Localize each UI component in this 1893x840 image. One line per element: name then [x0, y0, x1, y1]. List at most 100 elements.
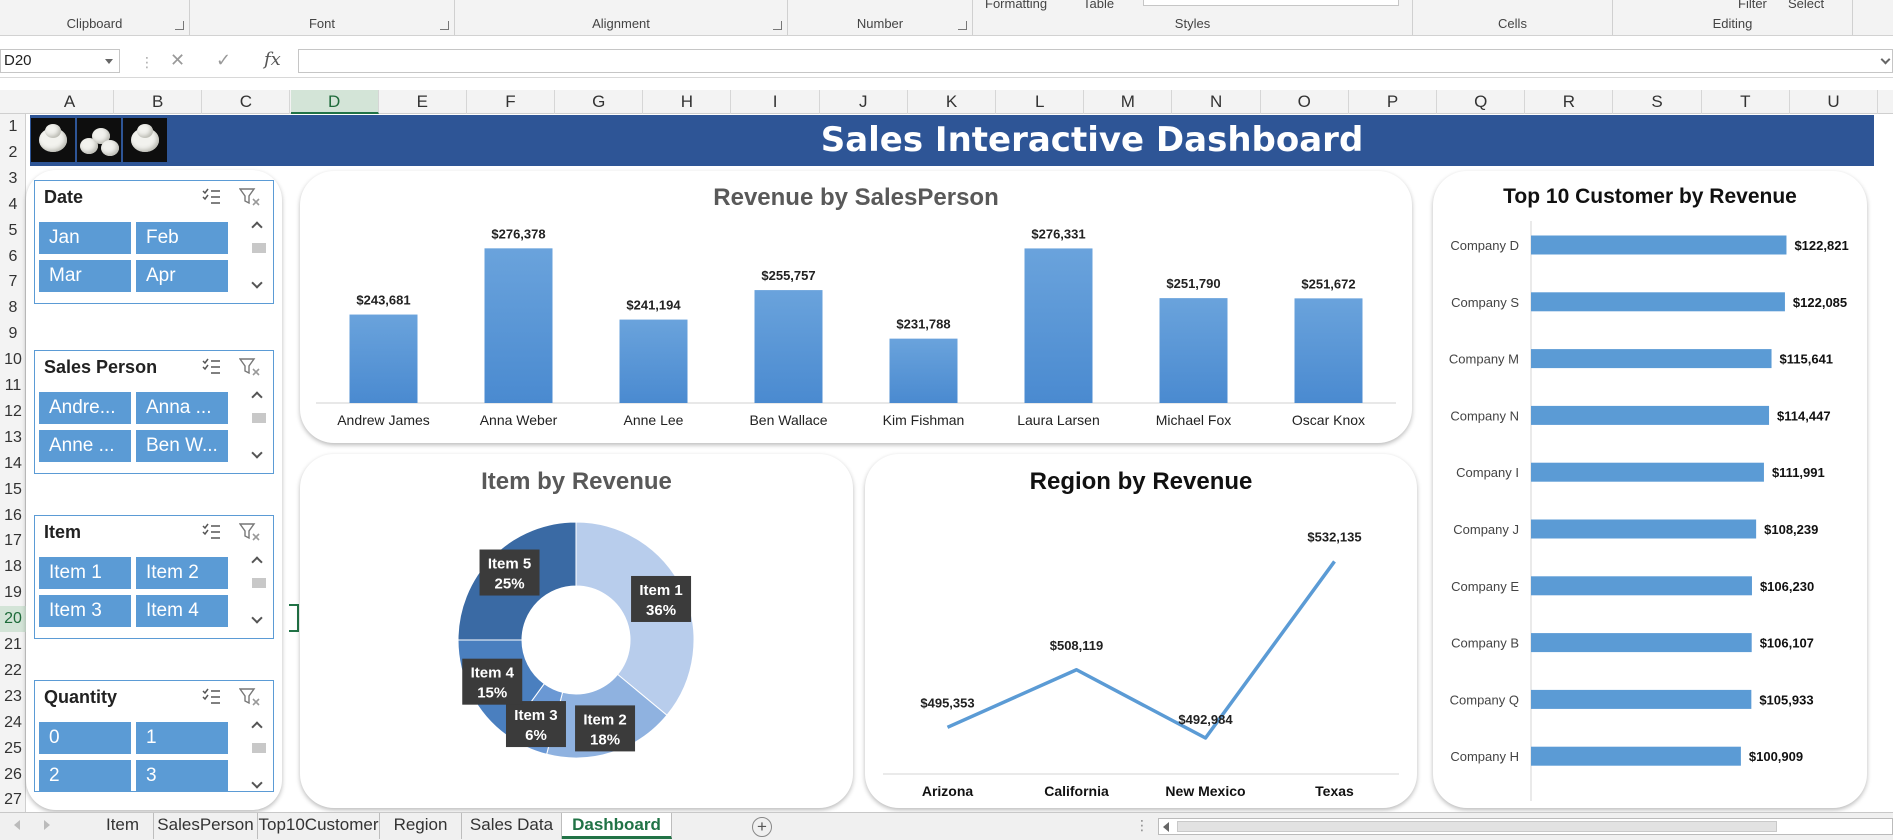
- sheet-tab-dashboard[interactable]: Dashboard: [562, 813, 672, 839]
- slicer-item[interactable]: Feb: [136, 222, 228, 254]
- column-header-j[interactable]: J: [820, 90, 908, 114]
- scrollbar-thumb[interactable]: [252, 243, 266, 253]
- row-header-21[interactable]: 21: [0, 632, 26, 658]
- scroll-left-icon[interactable]: [1163, 822, 1169, 832]
- column-header-p[interactable]: P: [1349, 90, 1437, 114]
- slicer-item[interactable]: Mar: [39, 260, 131, 292]
- row-header-14[interactable]: 14: [0, 451, 26, 477]
- sheet-tab-salesperson[interactable]: SalesPerson: [154, 813, 258, 839]
- dialog-launcher-icon[interactable]: [958, 21, 967, 30]
- column-header-f[interactable]: F: [467, 90, 555, 114]
- horizontal-scrollbar[interactable]: [1158, 818, 1893, 835]
- row-header-20[interactable]: 20: [0, 606, 26, 632]
- chart-item-by-revenue[interactable]: Item by Revenue Item 1 36% Item 2 18% Item 3…: [300, 454, 853, 808]
- dialog-launcher-icon[interactable]: [175, 21, 184, 30]
- chevron-down-icon[interactable]: [105, 59, 113, 64]
- slicer-item[interactable]: Jan: [39, 222, 131, 254]
- row-header-2[interactable]: 2: [0, 140, 26, 166]
- column-header-t[interactable]: T: [1702, 90, 1790, 114]
- clear-filter-icon[interactable]: [238, 522, 261, 542]
- sheet-tab-region[interactable]: Region: [380, 813, 462, 839]
- clear-filter-icon[interactable]: [238, 187, 261, 207]
- column-header-h[interactable]: H: [643, 90, 732, 114]
- row-header-19[interactable]: 19: [0, 580, 26, 606]
- column-header-s[interactable]: S: [1614, 90, 1702, 114]
- row-header-16[interactable]: 16: [0, 503, 26, 529]
- dialog-launcher-icon[interactable]: [773, 21, 782, 30]
- slicer-item[interactable]: Anne ...: [39, 430, 131, 462]
- column-header-u[interactable]: U: [1790, 90, 1878, 114]
- row-header-15[interactable]: 15: [0, 477, 26, 503]
- row-header-27[interactable]: 27: [0, 787, 26, 813]
- column-header-l[interactable]: L: [996, 90, 1085, 114]
- row-header-1[interactable]: 1: [0, 114, 26, 140]
- slicer-item[interactable]: 0: [39, 722, 131, 754]
- chart-revenue-by-salesperson[interactable]: Revenue by SalesPerson $243,681 Andrew Ja…: [300, 171, 1412, 443]
- scrollbar-thumb[interactable]: [1177, 821, 1777, 832]
- row-header-13[interactable]: 13: [0, 425, 26, 451]
- slicer-item[interactable]: Item 1: [39, 557, 131, 589]
- row-header-4[interactable]: 4: [0, 192, 26, 218]
- column-header-q[interactable]: Q: [1437, 90, 1526, 114]
- chevron-up-icon[interactable]: [251, 556, 263, 568]
- active-cell[interactable]: [289, 604, 299, 632]
- insert-function-icon[interactable]: fx: [264, 49, 281, 70]
- row-header-10[interactable]: 10: [0, 347, 26, 373]
- slicer-item[interactable]: Apr: [136, 260, 228, 292]
- drag-handle-icon[interactable]: ⋮: [1135, 817, 1149, 834]
- slicer-item[interactable]: Anna ...: [136, 392, 228, 424]
- slicer-date[interactable]: Date Jan Feb Mar Apr: [34, 180, 274, 304]
- drag-handle-icon[interactable]: ⋮: [140, 54, 154, 71]
- row-header-23[interactable]: 23: [0, 684, 26, 710]
- scroll-right-icon[interactable]: [44, 820, 50, 830]
- slicer-item[interactable]: Item 2: [136, 557, 228, 589]
- slicer-scrollbar[interactable]: [251, 221, 266, 293]
- row-header-22[interactable]: 22: [0, 658, 26, 684]
- slicer-item[interactable]: 2: [39, 760, 131, 792]
- clear-filter-icon[interactable]: [238, 687, 261, 707]
- row-header-7[interactable]: 7: [0, 269, 26, 295]
- checkmark-icon[interactable]: ✓: [216, 50, 231, 71]
- column-header-c[interactable]: C: [202, 90, 291, 114]
- slicer-scrollbar[interactable]: [251, 721, 266, 793]
- slicer-item[interactable]: Item 3: [39, 595, 131, 627]
- chart-top10-customer[interactable]: Top 10 Customer by Revenue Company D $122…: [1433, 171, 1867, 808]
- column-header-g[interactable]: G: [555, 90, 644, 114]
- chart-region-by-revenue[interactable]: Region by Revenue $495,353 Arizona $508,11…: [865, 454, 1417, 808]
- slicer-item[interactable]: Andre...: [39, 392, 131, 424]
- scroll-left-icon[interactable]: [14, 820, 20, 830]
- multi-select-icon[interactable]: [201, 357, 221, 375]
- column-header-n[interactable]: N: [1173, 90, 1261, 114]
- cancel-icon[interactable]: ✕: [170, 50, 185, 71]
- column-header-d[interactable]: D: [290, 90, 379, 114]
- row-header-5[interactable]: 5: [0, 218, 26, 244]
- column-header-b[interactable]: B: [114, 90, 203, 114]
- chevron-down-icon[interactable]: [251, 612, 263, 624]
- slicer-item[interactable]: 1: [136, 722, 228, 754]
- row-header-9[interactable]: 9: [0, 321, 26, 347]
- column-header-o[interactable]: O: [1261, 90, 1349, 114]
- row-header-11[interactable]: 11: [0, 373, 26, 399]
- format-as-table-button[interactable]: Table: [1083, 0, 1114, 11]
- clear-filter-icon[interactable]: [238, 357, 261, 377]
- sheet-tab-item[interactable]: Item: [92, 813, 154, 839]
- sort-filter-button[interactable]: Filter: [1738, 0, 1767, 11]
- row-header-6[interactable]: 6: [0, 244, 26, 270]
- chevron-down-icon[interactable]: [251, 777, 263, 789]
- row-header-8[interactable]: 8: [0, 295, 26, 321]
- column-header-r[interactable]: R: [1525, 90, 1614, 114]
- scrollbar-thumb[interactable]: [252, 743, 266, 753]
- row-header-12[interactable]: 12: [0, 399, 26, 425]
- column-header-e[interactable]: E: [379, 90, 467, 114]
- sheet-tab-top10customer[interactable]: Top10Customer: [258, 813, 380, 839]
- name-box[interactable]: D20: [0, 49, 120, 73]
- row-header-3[interactable]: 3: [0, 166, 26, 192]
- chevron-down-icon[interactable]: [251, 447, 263, 459]
- row-header-18[interactable]: 18: [0, 554, 26, 580]
- slicer-scrollbar[interactable]: [251, 556, 266, 628]
- chevron-down-icon[interactable]: [251, 277, 263, 289]
- slicer-sales-person[interactable]: Sales Person Andre... Anna ... Anne ... Ben …: [34, 350, 274, 474]
- row-header-26[interactable]: 26: [0, 762, 26, 788]
- multi-select-icon[interactable]: [201, 522, 221, 540]
- slicer-scrollbar[interactable]: [251, 391, 266, 463]
